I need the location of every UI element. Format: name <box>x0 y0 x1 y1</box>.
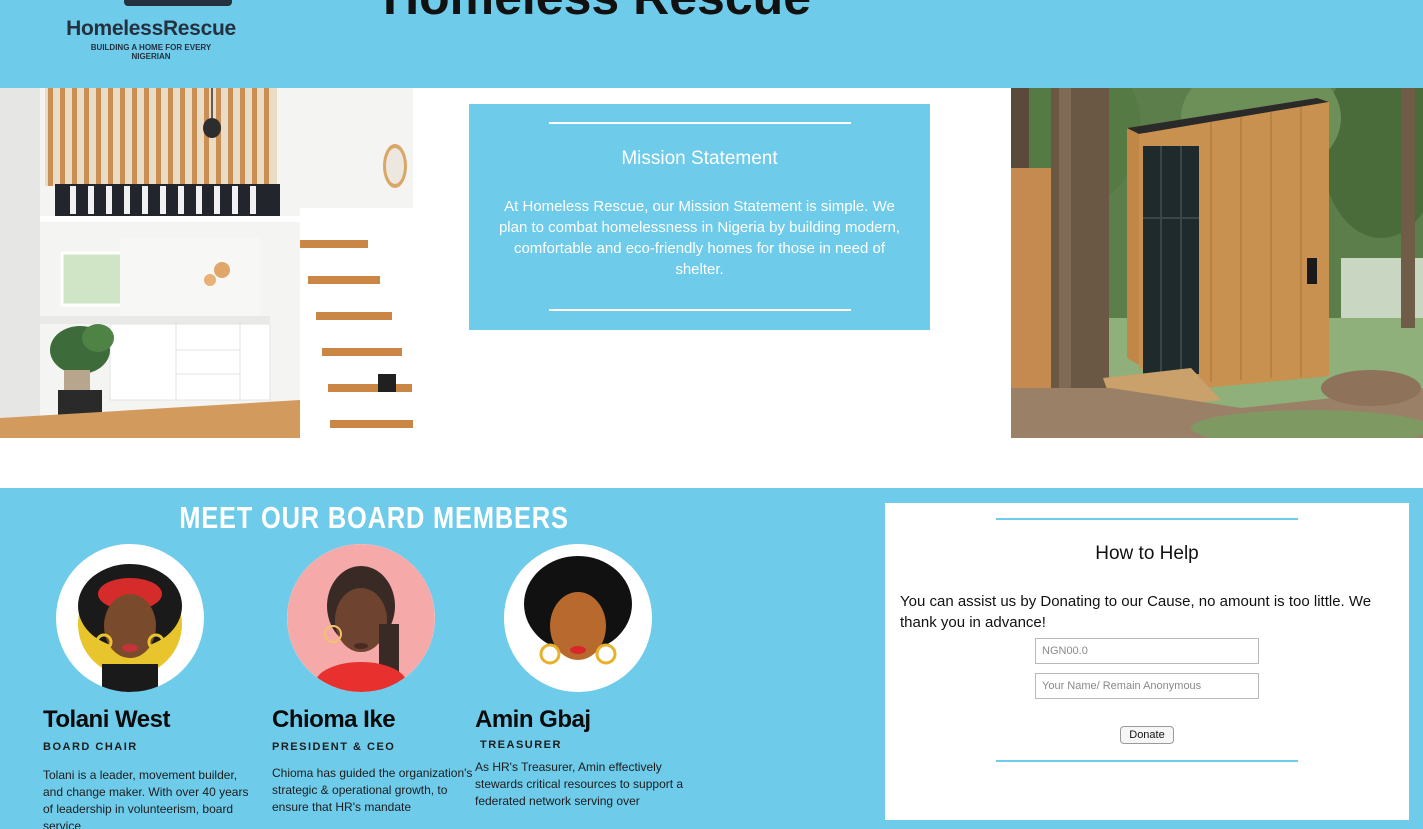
logo-house-roof <box>124 0 232 6</box>
member-bio: Tolani is a leader, movement builder, an… <box>43 768 249 829</box>
member-name: Tolani West <box>43 706 170 733</box>
help-heading: How to Help <box>1095 543 1199 564</box>
mission-text: At Homeless Rescue, our Mission Statemen… <box>498 198 901 278</box>
wooden-house-photo <box>1011 88 1423 438</box>
member-avatar <box>287 544 435 692</box>
interior-photo <box>0 88 413 438</box>
member-role: BOARD CHAIR <box>43 741 138 753</box>
board-members-section: MEET OUR BOARD MEMBERS Tolani West BOARD… <box>0 488 885 829</box>
how-to-help-card: How to Help You can assist us by Donatin… <box>885 503 1409 820</box>
divider-line <box>996 518 1298 520</box>
divider-line <box>549 309 851 311</box>
donation-amount-input[interactable] <box>1035 638 1259 664</box>
donor-name-input[interactable] <box>1035 673 1259 699</box>
member-avatar <box>504 544 652 692</box>
mission-statement-card: Mission Statement At Homeless Rescue, ou… <box>469 104 930 330</box>
donate-button[interactable]: Donate <box>1120 726 1174 744</box>
member-name: Amin Gbaj <box>475 706 591 733</box>
divider-line <box>996 760 1298 762</box>
site-title: Homeless Rescue <box>383 0 811 26</box>
site-logo[interactable]: HomelessRescue BUILDING A HOME FOR EVERY… <box>56 0 246 70</box>
board-heading: MEET OUR BOARD MEMBERS <box>179 500 569 535</box>
site-header: HomelessRescue BUILDING A HOME FOR EVERY… <box>0 0 1423 88</box>
logo-name: HomelessRescue <box>66 17 236 40</box>
member-name: Chioma Ike <box>272 706 396 733</box>
help-text: You can assist us by Donating to our Cau… <box>900 593 1372 631</box>
member-avatar <box>56 544 204 692</box>
member-role: TREASURER <box>480 739 562 751</box>
divider-line <box>549 122 851 124</box>
mission-heading: Mission Statement <box>621 148 778 169</box>
member-bio: Chioma has guided the organization's str… <box>272 766 473 814</box>
member-role: PRESIDENT & CEO <box>272 741 396 753</box>
logo-tagline: BUILDING A HOME FOR EVERY NIGERIAN <box>90 43 212 61</box>
member-bio: As HR's Treasurer, Amin effectively stew… <box>475 760 684 808</box>
